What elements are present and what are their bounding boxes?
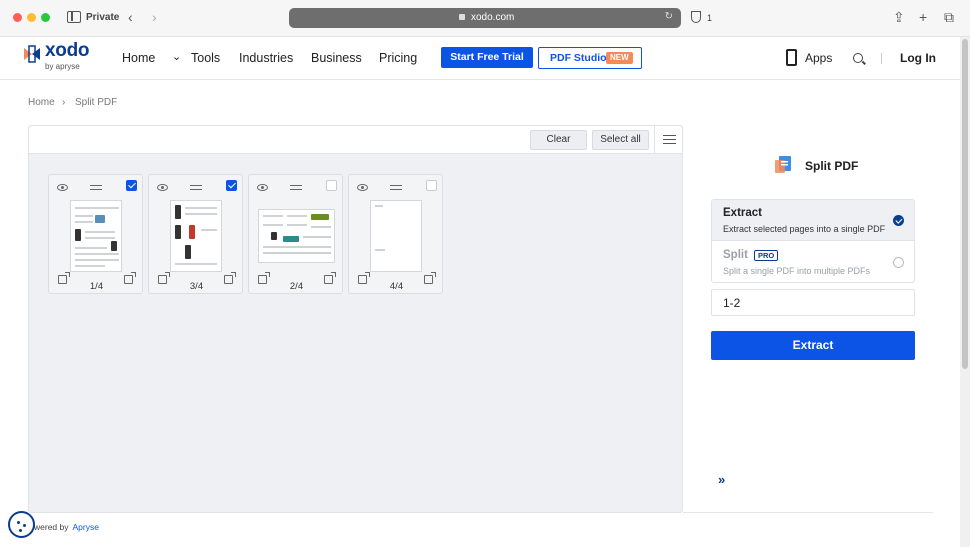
page-grid-toolbar: Clear Select all (29, 126, 682, 154)
page-range-input[interactable] (711, 289, 915, 316)
phone-icon[interactable] (786, 49, 797, 66)
pdf-studio-label: PDF Studio (550, 52, 607, 64)
drag-handle-icon[interactable] (90, 185, 102, 190)
forward-arrow-icon[interactable]: › (152, 9, 157, 25)
split-options: Extract Extract selected pages into a si… (711, 199, 915, 283)
private-label: Private (86, 12, 120, 23)
check-circle-icon[interactable] (893, 215, 904, 226)
page-number-label: 3/4 (189, 281, 204, 292)
page-grid-panel: Clear Select all 1/4 3/4 2/4 4/4 (28, 125, 683, 513)
powered-by-label: wered by (34, 522, 69, 532)
lock-icon (459, 14, 465, 20)
close-window-button[interactable] (13, 13, 22, 22)
scrollbar-thumb[interactable] (962, 39, 968, 369)
panel-divider (683, 512, 933, 513)
logo-text[interactable]: xodo (45, 40, 89, 62)
extract-option[interactable]: Extract Extract selected pages into a si… (712, 200, 914, 241)
page-number-label: 2/4 (289, 281, 304, 292)
page-card[interactable]: 3/4 (148, 174, 243, 294)
apryse-link[interactable]: Apryse (73, 522, 99, 532)
address-bar[interactable]: xodo.com ↻ (289, 8, 681, 28)
share-icon[interactable]: ⇪ (893, 9, 905, 26)
zoom-window-button[interactable] (41, 13, 50, 22)
double-chevron-right-icon[interactable]: » (718, 472, 725, 487)
tool-title: Split PDF (805, 159, 859, 173)
url-text: xodo.com (471, 12, 515, 23)
tab-count: 1 (707, 13, 713, 23)
page-card[interactable]: 4/4 (348, 174, 443, 294)
select-all-button[interactable]: Select all (592, 130, 649, 150)
shield-icon[interactable] (691, 11, 701, 23)
extract-option-description: Extract selected pages into a single PDF (723, 224, 886, 234)
toolbar-divider (654, 126, 655, 154)
nav-business[interactable]: Business (311, 51, 362, 65)
split-pdf-icon (775, 156, 791, 173)
login-link[interactable]: Log In (900, 51, 936, 65)
page-checkbox[interactable] (326, 180, 337, 191)
cookie-icon[interactable] (8, 511, 35, 538)
list-view-icon[interactable] (663, 135, 676, 144)
eye-icon[interactable] (157, 184, 168, 191)
page-card[interactable]: 2/4 (248, 174, 343, 294)
page-checkbox[interactable] (126, 180, 137, 191)
logo-subtitle: by apryse (45, 62, 80, 71)
header-divider (881, 53, 882, 64)
page-checkbox[interactable] (426, 180, 437, 191)
page-card[interactable]: 1/4 (48, 174, 143, 294)
pro-badge: PRO (754, 250, 779, 261)
start-trial-button[interactable]: Start Free Trial (441, 47, 533, 68)
search-icon[interactable] (853, 53, 863, 63)
eye-icon[interactable] (57, 184, 68, 191)
chevron-down-icon[interactable]: ⌄ (172, 50, 181, 63)
nav-tools[interactable]: Tools (191, 51, 220, 65)
sidebar-toggle-icon[interactable] (67, 11, 81, 23)
site-header: xodo by apryse Home ⌄ Tools Industries B… (0, 37, 960, 80)
page-thumbnail[interactable] (370, 200, 422, 272)
clear-button[interactable]: Clear (530, 130, 587, 150)
powered-by-text: wered by Apryse (34, 522, 99, 532)
apps-link[interactable]: Apps (805, 51, 832, 65)
breadcrumb-home[interactable]: Home (28, 97, 55, 108)
page-number-label: 1/4 (89, 281, 104, 292)
page-thumbnail[interactable] (170, 200, 222, 272)
page-thumbnail[interactable] (70, 200, 122, 272)
new-tab-icon[interactable]: + (919, 9, 927, 25)
eye-icon[interactable] (257, 184, 268, 191)
drag-handle-icon[interactable] (390, 185, 402, 190)
page-number-label: 4/4 (389, 281, 404, 292)
extract-option-title: Extract (723, 207, 762, 219)
extract-button[interactable]: Extract (711, 331, 915, 360)
page-scrollbar[interactable] (960, 37, 970, 547)
breadcrumb-current: Split PDF (75, 97, 118, 108)
pdf-studio-button[interactable]: PDF Studio NEW (538, 47, 642, 69)
page-thumbnail[interactable] (258, 209, 335, 263)
nav-home[interactable]: Home (122, 51, 155, 65)
split-option[interactable]: Split PRO Split a single PDF into multip… (712, 242, 914, 282)
drag-handle-icon[interactable] (190, 185, 202, 190)
nav-pricing[interactable]: Pricing (379, 51, 417, 65)
chevron-right-icon: › (62, 97, 66, 108)
xodo-logo-icon[interactable] (22, 45, 42, 63)
new-badge: NEW (606, 52, 633, 64)
nav-industries[interactable]: Industries (239, 51, 293, 65)
minimize-window-button[interactable] (27, 13, 36, 22)
drag-handle-icon[interactable] (290, 185, 302, 190)
tab-overview-icon[interactable]: ⧉ (944, 9, 954, 26)
eye-icon[interactable] (357, 184, 368, 191)
page-checkbox[interactable] (226, 180, 237, 191)
browser-toolbar: Private ‹ › xodo.com ↻ 1 ⇪ + ⧉ (0, 0, 970, 37)
split-option-description: Split a single PDF into multiple PDFs (723, 266, 871, 276)
split-option-title: Split (723, 249, 748, 261)
reload-icon[interactable]: ↻ (665, 11, 673, 22)
radio-icon[interactable] (893, 257, 904, 268)
back-arrow-icon[interactable]: ‹ (128, 9, 133, 25)
